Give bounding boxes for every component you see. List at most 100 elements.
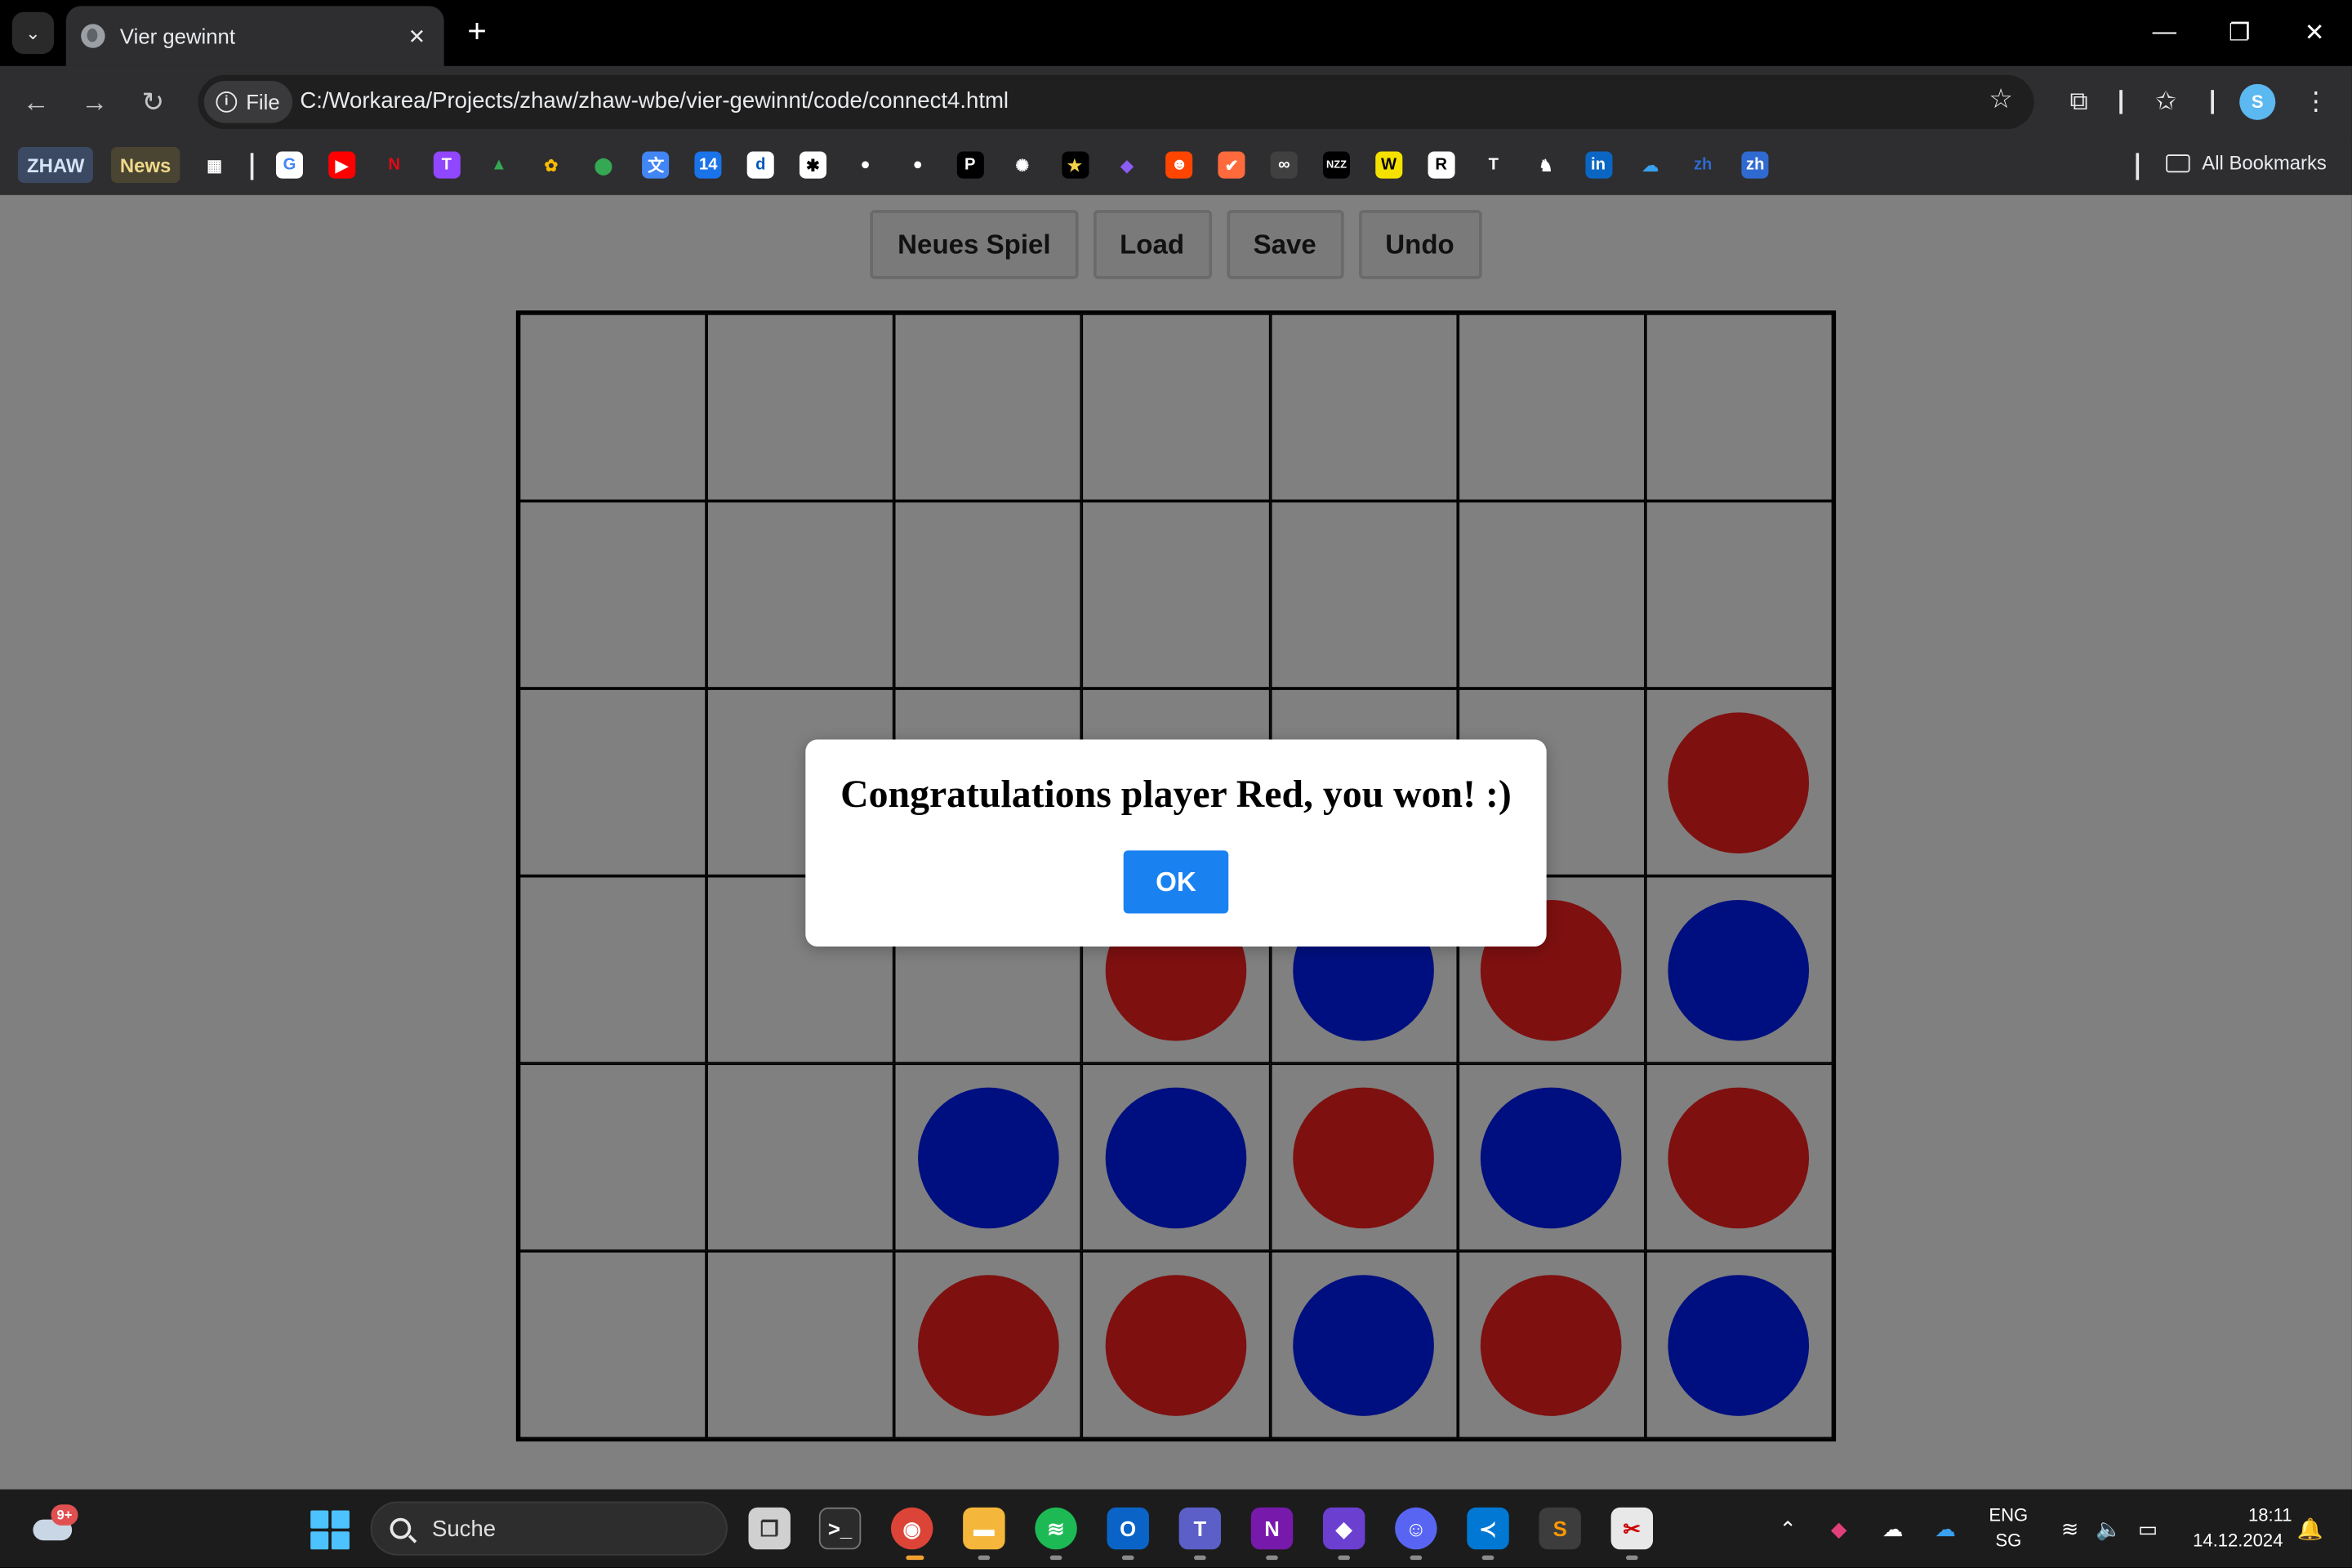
- bookmark-star-icon[interactable]: ☆: [1989, 84, 2013, 116]
- board-cell[interactable]: [706, 313, 895, 501]
- board-cell[interactable]: [894, 1063, 1083, 1251]
- board-cell[interactable]: [1082, 1250, 1270, 1439]
- ok-button[interactable]: OK: [1123, 850, 1229, 914]
- menu-kebab-icon[interactable]: ⋮: [2295, 81, 2336, 122]
- board-cell[interactable]: [706, 1250, 895, 1439]
- board-cell[interactable]: [519, 875, 707, 1064]
- profile-avatar[interactable]: S: [2239, 83, 2276, 120]
- board-cell[interactable]: [519, 1063, 707, 1251]
- snipping-tool-icon[interactable]: ✂: [1610, 1507, 1654, 1550]
- restore-button[interactable]: ❐: [2217, 12, 2262, 54]
- board-cell[interactable]: [706, 1063, 895, 1251]
- url-text[interactable]: C:/Workarea/Projects/zhaw/zhaw-wbe/vier-…: [300, 88, 1009, 114]
- board-cell[interactable]: [1645, 1063, 1833, 1251]
- terminal-icon[interactable]: >_: [818, 1507, 862, 1550]
- app-tray-icon[interactable]: ◆: [1824, 1513, 1854, 1544]
- star-app-icon[interactable]: ★: [1061, 151, 1089, 179]
- forward-arrow-icon[interactable]: →: [74, 81, 115, 122]
- github-icon[interactable]: ●: [852, 152, 879, 179]
- google-photos-icon[interactable]: ✿: [537, 152, 564, 179]
- input-language[interactable]: ENG: [1983, 1504, 2034, 1526]
- google-maps-icon[interactable]: ⬤: [590, 152, 617, 179]
- cloud-tray-icon[interactable]: ☁: [1878, 1513, 1909, 1544]
- file-explorer-icon[interactable]: ▬: [963, 1507, 1005, 1550]
- board-cell[interactable]: [1457, 313, 1646, 501]
- netflix-icon[interactable]: N: [381, 152, 408, 179]
- board-cell[interactable]: [519, 1250, 707, 1439]
- tab-close-icon[interactable]: ✕: [402, 21, 432, 51]
- onedrive-icon[interactable]: ☁: [1637, 152, 1664, 179]
- linkedin-icon[interactable]: in: [1584, 151, 1612, 179]
- all-bookmarks-button[interactable]: All Bookmarks: [2166, 152, 2327, 174]
- active-tab[interactable]: Vier gewinnt ✕: [65, 6, 444, 66]
- close-window-button[interactable]: ✕: [2292, 12, 2336, 54]
- save-button[interactable]: Save: [1226, 210, 1343, 279]
- board-cell[interactable]: [519, 501, 707, 689]
- load-button[interactable]: Load: [1093, 210, 1212, 279]
- board-cell[interactable]: [519, 688, 707, 876]
- reload-icon[interactable]: ↻: [132, 81, 174, 122]
- bookmark-news[interactable]: News: [110, 146, 180, 184]
- weather-widget[interactable]: 9+: [30, 1504, 78, 1549]
- bookmark-zhaw[interactable]: ZHAW: [18, 146, 94, 184]
- youtube-icon[interactable]: ▶: [328, 151, 356, 179]
- taskbar-search[interactable]: Suche: [370, 1501, 728, 1556]
- board-cell[interactable]: [1645, 501, 1833, 689]
- site-info-chip[interactable]: i File: [203, 81, 292, 123]
- google-translate-icon[interactable]: 文: [642, 151, 670, 179]
- board-cell[interactable]: [1269, 501, 1458, 689]
- board-cell[interactable]: [1082, 313, 1270, 501]
- board-cell[interactable]: [1269, 1063, 1458, 1251]
- duck-icon[interactable]: ♞: [1532, 152, 1559, 179]
- new-game-button[interactable]: Neues Spiel: [871, 210, 1078, 279]
- obsidian-icon[interactable]: ◆: [1114, 152, 1141, 179]
- task-view-icon[interactable]: ❐: [748, 1507, 791, 1550]
- board-cell[interactable]: [1457, 501, 1646, 689]
- republik-icon[interactable]: R: [1428, 151, 1455, 179]
- board-cell[interactable]: [1082, 501, 1270, 689]
- chevron-up-icon[interactable]: ⌃: [1773, 1513, 1803, 1544]
- chatgpt-icon[interactable]: ✺: [1009, 152, 1036, 179]
- board-cell[interactable]: [894, 1250, 1083, 1439]
- check-app-icon[interactable]: ✔: [1218, 151, 1245, 179]
- dict-icon[interactable]: d: [746, 151, 774, 179]
- reddit-icon[interactable]: ☻: [1165, 151, 1193, 179]
- board-cell[interactable]: [1645, 1250, 1833, 1439]
- outlook-icon[interactable]: O: [1107, 1507, 1149, 1550]
- board-cell[interactable]: [1645, 688, 1833, 876]
- twitch-icon[interactable]: T: [433, 151, 461, 179]
- wifi-icon[interactable]: ≋: [2055, 1513, 2085, 1544]
- clock-date[interactable]: 14.12.2024: [2178, 1530, 2283, 1551]
- puzzle-icon[interactable]: ✱: [799, 151, 827, 179]
- board-cell[interactable]: [1457, 1063, 1646, 1251]
- apps-grid-icon[interactable]: ▦: [201, 152, 228, 179]
- speaker-muted-icon[interactable]: 🔈: [2094, 1513, 2124, 1544]
- address-bar[interactable]: i File C:/Workarea/Projects/zhaw/zhaw-wb…: [198, 74, 2034, 129]
- nyt-icon[interactable]: T: [1480, 152, 1507, 179]
- onenote-icon[interactable]: N: [1250, 1507, 1294, 1550]
- board-cell[interactable]: [519, 313, 707, 501]
- minimize-button[interactable]: —: [2142, 12, 2187, 54]
- pocket-p-icon[interactable]: P: [956, 151, 984, 179]
- board-cell[interactable]: [894, 313, 1083, 501]
- zhaw-icon[interactable]: zh: [1690, 152, 1717, 179]
- sublime-text-icon[interactable]: S: [1539, 1507, 1581, 1550]
- board-cell[interactable]: [706, 501, 895, 689]
- back-arrow-icon[interactable]: ←: [15, 81, 56, 122]
- google-calendar-icon[interactable]: 14: [694, 151, 722, 179]
- vscode-icon[interactable]: ≺: [1467, 1507, 1509, 1550]
- clock-time[interactable]: 18:11: [2178, 1504, 2292, 1526]
- new-tab-button[interactable]: +: [459, 14, 495, 51]
- board-cell[interactable]: [1645, 313, 1833, 501]
- nzz-icon[interactable]: NZZ: [1322, 151, 1351, 179]
- zhaw-alt-icon[interactable]: zh: [1741, 151, 1769, 179]
- github-alt-icon[interactable]: ●: [904, 152, 931, 179]
- undo-button[interactable]: Undo: [1358, 210, 1481, 279]
- spotify-icon[interactable]: ≋: [1035, 1507, 1077, 1550]
- discord-icon[interactable]: ☺: [1395, 1507, 1437, 1550]
- notification-bell-icon[interactable]: 🔔: [2295, 1513, 2325, 1544]
- input-region[interactable]: SG: [1983, 1530, 2034, 1551]
- board-cell[interactable]: [894, 501, 1083, 689]
- board-cell[interactable]: [1457, 1250, 1646, 1439]
- bookmarks-manager-icon[interactable]: ✩: [2145, 81, 2186, 122]
